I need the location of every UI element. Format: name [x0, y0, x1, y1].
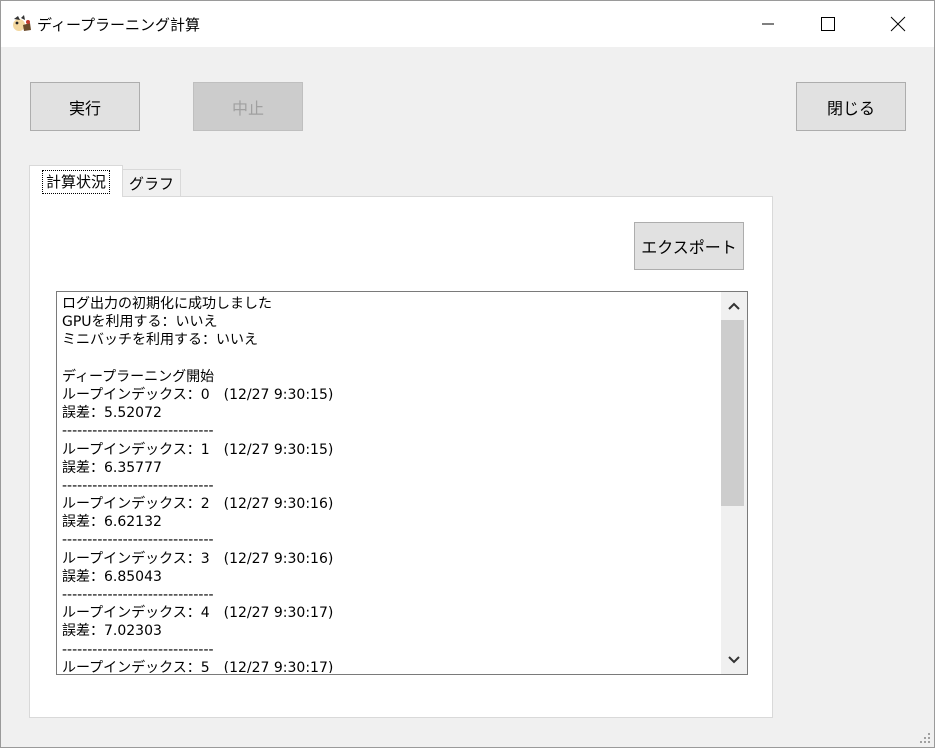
chevron-down-icon — [728, 656, 740, 664]
log-line: 誤差：7.02303 — [62, 623, 162, 640]
tab-graph[interactable]: グラフ — [122, 169, 181, 196]
close-icon — [890, 16, 906, 32]
close-button[interactable]: 閉じる — [796, 82, 906, 131]
log-line: 誤差：6.62132 — [62, 514, 162, 531]
log-line: ------------------------------ — [62, 423, 214, 440]
export-button[interactable]: エクスポート — [634, 222, 744, 270]
log-line: ログ出力の初期化に成功しました — [62, 296, 272, 312]
log-line: ループインデックス：2 (12/27 9:30:16) — [62, 496, 334, 513]
log-line: GPUを利用する：いいえ — [62, 314, 218, 331]
resize-grip-icon[interactable] — [916, 729, 932, 745]
title-bar[interactable]: ディープラーニング計算 — [1, 1, 934, 47]
log-line: ------------------------------ — [62, 532, 214, 549]
log-line: ループインデックス：1 (12/27 9:30:15) — [62, 441, 334, 458]
log-line: ループインデックス：0 (12/27 9:30:15) — [62, 386, 334, 403]
log-line: ループインデックス：5 (12/27 9:30:17) — [62, 659, 334, 673]
vertical-scrollbar[interactable] — [721, 292, 747, 674]
log-line: 誤差：6.35777 — [62, 459, 162, 476]
log-line: 誤差：6.85043 — [62, 568, 162, 585]
log-line: ------------------------------ — [62, 641, 214, 658]
chevron-up-icon — [728, 302, 740, 310]
scroll-up-button[interactable] — [721, 292, 747, 320]
log-line: ループインデックス：3 (12/27 9:30:16) — [62, 550, 334, 567]
tab-label: グラフ — [128, 174, 174, 193]
log-line: ループインデックス：4 (12/27 9:30:17) — [62, 605, 334, 622]
minimize-icon — [762, 23, 774, 25]
log-content: ログ出力の初期化に成功しました GPUを利用する：いいえ ミニバッチを利用する：いい… — [62, 295, 722, 673]
maximize-button[interactable] — [805, 1, 851, 47]
log-line: ディープラーニング開始 — [62, 368, 215, 385]
scrollbar-thumb[interactable] — [721, 320, 744, 506]
window-title: ディープラーニング計算 — [37, 16, 201, 34]
app-window: ディープラーニング計算 実行 中止 閉じる 計算状況 グラフ エクスポート ログ… — [0, 0, 935, 748]
log-line: ------------------------------ — [62, 587, 214, 603]
minimize-button[interactable] — [745, 1, 791, 47]
log-line: 誤差：5.52072 — [62, 405, 162, 422]
run-button[interactable]: 実行 — [30, 82, 140, 131]
tab-calculation-status[interactable]: 計算状況 — [29, 165, 123, 197]
scroll-down-button[interactable] — [721, 646, 747, 674]
log-line: ミニバッチを利用する：いいえ — [62, 332, 258, 349]
app-icon — [13, 15, 31, 31]
log-line: ------------------------------ — [62, 477, 214, 494]
close-window-button[interactable] — [875, 1, 921, 47]
log-textbox[interactable]: ログ出力の初期化に成功しました GPUを利用する：いいえ ミニバッチを利用する：いい… — [56, 291, 748, 675]
stop-button[interactable]: 中止 — [193, 82, 303, 131]
maximize-icon — [821, 17, 835, 31]
tab-label: 計算状況 — [41, 169, 110, 194]
